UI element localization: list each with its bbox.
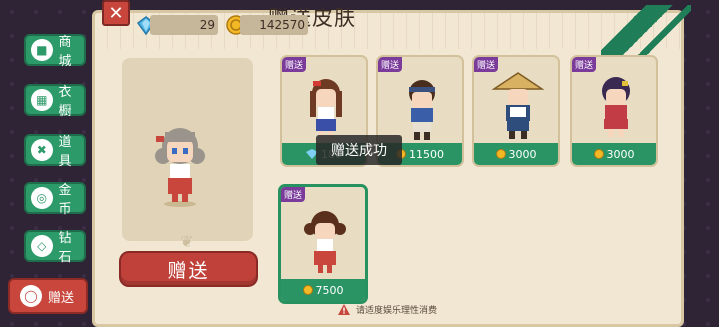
skin-5-sprite [304, 211, 346, 273]
skin-card-3[interactable]: 赠送 3000 [472, 55, 560, 167]
menu-shop-button[interactable]: ■ 商城 [24, 34, 86, 69]
card-tag: 赠送 [572, 57, 596, 72]
menu-items-button[interactable]: ✖ 道具 [24, 134, 86, 169]
preview-decoration: ❦ [180, 232, 194, 251]
gift-button[interactable]: 赠送 [119, 251, 258, 287]
wardrobe-icon: ▦ [31, 89, 53, 111]
skin-4-sprite [602, 77, 630, 137]
notice-text: 请适度娱乐理性消费 [356, 306, 438, 316]
diamond-icon: ◇ [31, 235, 53, 257]
card-price: 7500 [281, 279, 365, 301]
coin-icon [593, 149, 604, 159]
menu-coins-button[interactable]: ◎ 金币 [24, 182, 86, 217]
shop-icon: ■ [31, 39, 53, 61]
coin-icon [302, 285, 313, 295]
coin-balance: 142570 [240, 15, 308, 35]
items-icon: ✖ [31, 139, 53, 161]
card-price: 3000 [572, 143, 656, 165]
skin-3-sprite [491, 72, 545, 139]
card-price-value: 3000 [606, 147, 635, 161]
menu-items-label: 道具 [58, 135, 72, 169]
skin-2-sprite [409, 80, 435, 140]
menu-shop-label: 商城 [58, 35, 72, 69]
close-button[interactable]: ✕ [102, 0, 130, 26]
gift-icon: ◯ [20, 285, 42, 307]
card-tag: 赠送 [282, 57, 306, 72]
menu-coins-label: 金币 [58, 183, 72, 217]
card-price: 3000 [474, 143, 558, 165]
menu-wardrobe-label: 衣橱 [58, 85, 72, 119]
coin-icon: ◎ [31, 187, 53, 209]
card-tag: 赠送 [378, 57, 402, 72]
card-price-value: 7500 [315, 283, 344, 297]
menu-diamond-button[interactable]: ◇ 钻石 [24, 230, 86, 265]
card-price-value: 3000 [508, 147, 537, 161]
close-icon: ✕ [108, 2, 124, 24]
gem-balance: 29 [150, 15, 218, 35]
footer-notice: 请适度娱乐理性消费 [338, 303, 437, 316]
card-tag: 赠送 [474, 57, 498, 72]
coin-icon [495, 149, 506, 159]
menu-gift-button[interactable]: ◯ 赠送 [8, 278, 88, 314]
warning-icon [338, 304, 350, 315]
menu-gift-label: 赠送 [48, 290, 75, 306]
card-price-value: 11500 [409, 147, 444, 161]
skin-card-4[interactable]: 赠送 3000 [570, 55, 658, 167]
skin-card-5[interactable]: 赠送 7500 [278, 184, 368, 304]
skin-1-sprite [310, 79, 342, 139]
menu-wardrobe-button[interactable]: ▦ 衣橱 [24, 84, 86, 119]
preview-character-sprite [155, 128, 205, 207]
card-tag: 赠送 [281, 187, 305, 202]
success-toast: 赠送成功 [316, 135, 402, 165]
menu-diamond-label: 钻石 [58, 231, 72, 265]
